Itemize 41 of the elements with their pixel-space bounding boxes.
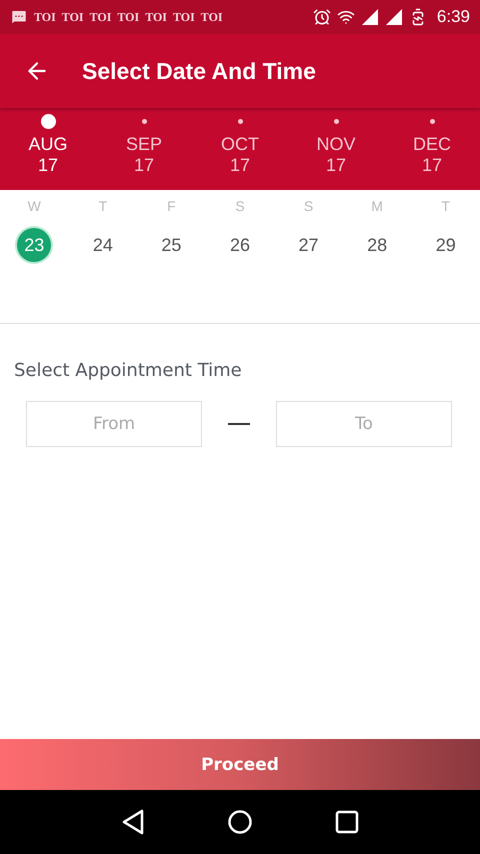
weekday-label: T (441, 198, 450, 214)
notification-label: TOI (90, 10, 112, 24)
month-tab[interactable]: DEC 17 (384, 108, 480, 190)
date-button[interactable]: 23 (17, 228, 52, 262)
month-tab[interactable]: OCT 17 (192, 108, 288, 190)
signal-icon (360, 8, 379, 26)
date-button[interactable]: 24 (86, 228, 120, 262)
weekday-label: F (167, 198, 176, 214)
notification-label: TOI (34, 10, 56, 24)
range-dash (228, 423, 250, 425)
date-button[interactable]: 28 (360, 228, 394, 262)
date-button[interactable]: 25 (154, 228, 188, 262)
weekday-label: S (304, 198, 314, 214)
section-heading: Select Appointment Time (13, 359, 243, 383)
message-icon (10, 8, 28, 26)
home-icon[interactable] (227, 809, 253, 835)
alarm-icon (312, 8, 331, 26)
recents-icon[interactable] (335, 810, 359, 834)
wifi-icon (336, 8, 355, 26)
notification-label: TOI (117, 10, 140, 24)
weekday-label: T (98, 198, 108, 214)
screen-title: Select Date And Time (82, 58, 316, 84)
month-tab[interactable]: AUG 17 (0, 108, 96, 190)
weekday-label: M (371, 198, 383, 214)
date-button[interactable]: 27 (292, 228, 326, 262)
date-button[interactable]: 26 (222, 228, 257, 262)
clock-time: 6:39 (436, 7, 470, 27)
proceed-button[interactable]: Proceed (0, 739, 480, 790)
back-icon[interactable] (121, 809, 145, 835)
weekday-label: S (235, 198, 245, 214)
notification-label: TOI (62, 10, 84, 24)
month-tab[interactable]: SEP 17 (96, 108, 192, 190)
notification-label: TOI (200, 10, 223, 24)
to-time-field[interactable]: To (276, 401, 452, 447)
date-button[interactable]: 29 (428, 228, 463, 262)
notification-label: TOI (172, 10, 195, 24)
from-time-field[interactable]: From (26, 401, 202, 447)
notification-label: TOI (145, 10, 167, 24)
signal-icon (384, 8, 403, 26)
weekday-label: W (28, 198, 41, 214)
month-tab[interactable]: NOV 17 (288, 108, 384, 190)
